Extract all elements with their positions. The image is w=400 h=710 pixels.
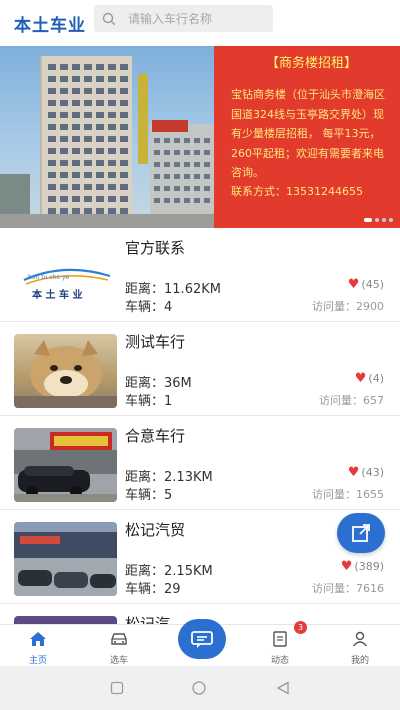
dealer-views: 访问量：1655 <box>312 488 384 501</box>
system-nav-bar <box>0 666 400 710</box>
share-icon <box>352 524 370 542</box>
news-badge: 3 <box>294 621 307 634</box>
back-triangle-icon <box>276 681 289 695</box>
heart-icon: ♥ <box>340 559 353 574</box>
heart-icon: ♥ <box>347 277 360 292</box>
dealer-item[interactable]: ben tu che ye 本 土 车 业 官方联系 距离：11.62KM 车辆… <box>0 228 400 322</box>
dealer-item[interactable]: 合意车行 距离：2.13KM 车辆：5 ♥ (43) 访问量：1655 <box>0 416 400 510</box>
dealer-store-thumb <box>14 428 117 502</box>
tab-label: 我的 <box>350 656 369 666</box>
tab-select-car[interactable]: 选车 <box>89 631 149 666</box>
home-icon <box>30 632 46 646</box>
banner-contact: 联系方式：13531244655 <box>231 184 363 198</box>
banner-body: 宝钻商务楼（位于汕头市澄海区国道324线与玉亭路交界处）现有少量楼层招租， 每平… <box>231 88 385 179</box>
dealer-distance: 距离：11.62KM <box>125 282 221 297</box>
car-icon <box>111 633 127 645</box>
tab-label: 主页 <box>28 656 47 666</box>
search-input[interactable]: 请输入车行名称 <box>94 5 273 32</box>
dealer-distance: 距离：2.13KM <box>125 470 213 485</box>
tab-mine[interactable]: 我的 <box>330 631 390 666</box>
dealer-name: 官方联系 <box>125 239 186 257</box>
dealer-views: 访问量：7616 <box>312 582 384 595</box>
search-icon <box>102 12 124 26</box>
square-icon <box>110 681 124 695</box>
pager-dot <box>364 218 372 222</box>
dealer-name: 合意车行 <box>125 427 186 445</box>
dealer-logo-thumb: ben tu che ye 本 土 车 业 <box>14 240 117 314</box>
dealer-item[interactable]: 测试车行 距离：36M 车辆：1 ♥ (4) 访问量：657 <box>0 322 400 416</box>
dealer-car-count: 车辆：5 <box>125 488 173 503</box>
pager-dot <box>375 218 379 222</box>
banner-title: 【商务楼招租】 <box>265 56 357 71</box>
center-message-button[interactable] <box>178 619 226 659</box>
logo-chinese-text: 本 土 车 业 <box>32 288 82 301</box>
recent-apps-button[interactable] <box>110 680 124 699</box>
dealer-name: 测试车行 <box>125 333 186 351</box>
dealer-views: 访问量：2900 <box>312 300 384 313</box>
dealer-likes[interactable]: ♥ (43) <box>348 466 384 479</box>
banner-ad-text: 【商务楼招租】 宝钻商务楼（位于汕头市澄海区国道324线与玉亭路交界处）现有少量… <box>214 46 400 228</box>
tab-home[interactable]: 主页 <box>8 631 68 666</box>
dealer-car-count: 车辆：4 <box>125 300 173 315</box>
heart-icon: ♥ <box>347 465 360 480</box>
search-placeholder: 请输入车行名称 <box>128 12 213 26</box>
message-icon <box>191 631 213 648</box>
banner-pager <box>364 218 393 222</box>
pager-dot <box>382 218 386 222</box>
app-root: 本土车业 请输入车行名称 【商务楼招租】 宝钻商务楼（位于汕头市澄海区国道324… <box>0 0 400 710</box>
app-logo: 本土车业 <box>14 15 86 36</box>
dealer-name: 松记汽贸 <box>125 521 186 539</box>
heart-icon: ♥ <box>354 371 367 386</box>
news-icon <box>273 631 287 647</box>
dealer-distance: 距离：36M <box>125 376 192 391</box>
dealer-likes[interactable]: ♥ (389) <box>341 560 384 573</box>
promo-banner[interactable]: 【商务楼招租】 宝钻商务楼（位于汕头市澄海区国道324线与玉亭路交界处）现有少量… <box>0 46 400 228</box>
share-button[interactable] <box>337 513 385 553</box>
back-system-button[interactable] <box>276 680 290 699</box>
dealer-dog-thumb <box>14 334 117 408</box>
tab-label: 动态 <box>270 656 289 666</box>
circle-icon <box>192 681 206 695</box>
bottom-tab-bar: 主页 选车 动态 3 我的 <box>0 619 400 666</box>
banner-building-photo <box>0 46 214 228</box>
dealer-car-count: 车辆：29 <box>125 582 181 597</box>
dealer-distance: 距离：2.15KM <box>125 564 213 579</box>
dealer-likes[interactable]: ♥ (45) <box>348 278 384 291</box>
user-icon <box>352 631 368 647</box>
tab-news[interactable]: 动态 <box>250 631 310 666</box>
dealer-views: 访问量：657 <box>319 394 384 407</box>
dealer-mall-thumb <box>14 522 117 596</box>
logo-pinyin-text: ben tu che ye <box>28 274 70 281</box>
dealer-likes[interactable]: ♥ (4) <box>355 372 384 385</box>
pager-dot <box>389 218 393 222</box>
tab-label: 选车 <box>109 656 128 666</box>
top-header: 本土车业 请输入车行名称 <box>0 0 400 46</box>
home-system-button[interactable] <box>191 680 207 699</box>
dealer-car-count: 车辆：1 <box>125 394 173 409</box>
